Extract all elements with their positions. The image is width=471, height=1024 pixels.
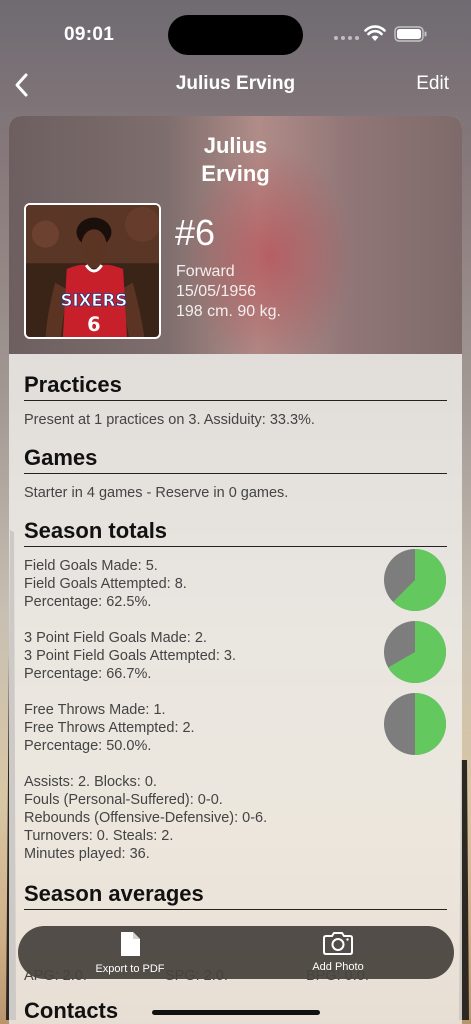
practices-title: Practices [24,372,447,401]
free-throws-pie-chart [384,693,446,755]
player-position: Forward [176,263,235,280]
svg-text:6: 6 [87,313,101,336]
status-bar: 09:01 [0,0,471,60]
bottom-toolbar: Export to PDF Add Photo [18,926,454,979]
games-title: Games [24,445,447,474]
camera-icon [323,932,353,955]
player-last-name: Erving [201,161,270,186]
misc-stats: Assists: 2. Blocks: 0. Fouls (Personal-S… [24,773,447,863]
document-icon [121,932,140,956]
player-name: Julius Erving [9,132,462,188]
player-birthdate: 15/05/1956 [176,283,257,300]
player-size: 198 cm. 90 kg. [176,303,281,320]
field-goals-pie-chart [384,549,446,611]
player-photo[interactable]: SIXERS 6 [24,203,161,339]
games-text: Starter in 4 games - Reserve in 0 games. [24,485,289,501]
navigation-bar: Julius Erving Edit [0,62,471,106]
three-point-pie-chart [384,621,446,683]
assists-blocks: Assists: 2. Blocks: 0. [24,774,157,790]
player-photo-image: SIXERS 6 [26,205,159,337]
add-photo-button[interactable]: Add Photo [258,931,418,973]
status-time: 09:01 [64,24,115,45]
free-throws-stats: Free Throws Made: 1. Free Throws Attempt… [24,693,447,755]
battery-icon [394,26,427,42]
practices-section: Practices Present at 1 practices on 3. A… [24,372,447,429]
games-section: Games Starter in 4 games - Reserve in 0 … [24,445,447,502]
player-details: Practices Present at 1 practices on 3. A… [9,354,462,1024]
nav-title: Julius Erving [175,73,296,94]
export-pdf-button[interactable]: Export to PDF [50,931,210,975]
player-info: Forward 15/05/1956 198 cm. 90 kg. [176,262,281,322]
player-header: Julius Erving SIXERS 6 #6 Forward 15/05/… [9,116,462,354]
wifi-icon [364,25,386,41]
field-goals-stats: Field Goals Made: 5. Field Goals Attempt… [24,549,447,611]
three-point-stats: 3 Point Field Goals Made: 2. 3 Point Fie… [24,621,447,683]
cellular-signal-icon [334,36,359,40]
add-photo-label: Add Photo [312,961,364,973]
player-first-name: Julius [203,133,268,158]
jersey-number: #6 [175,212,216,253]
pie-made-slice [415,693,446,755]
fouls: Fouls (Personal-Suffered): 0-0. [24,792,223,808]
practices-text: Present at 1 practices on 3. Assiduity: … [24,412,315,428]
turnovers-steals: Turnovers: 0. Steals: 2. [24,828,174,844]
season-totals-section: Season totals Field Goals Made: 5. Field… [24,518,447,863]
export-pdf-label: Export to PDF [95,963,165,975]
edit-button[interactable]: Edit [416,73,449,95]
home-indicator [152,1010,320,1015]
minutes-played: Minutes played: 36. [24,846,150,862]
svg-text:SIXERS: SIXERS [61,291,128,310]
dynamic-island [168,15,303,55]
player-card: Julius Erving SIXERS 6 #6 Forward 15/05/… [9,116,462,1024]
season-totals-title: Season totals [24,518,447,547]
rebounds: Rebounds (Offensive-Defensive): 0-6. [24,810,268,826]
season-averages-title: Season averages [24,881,447,910]
